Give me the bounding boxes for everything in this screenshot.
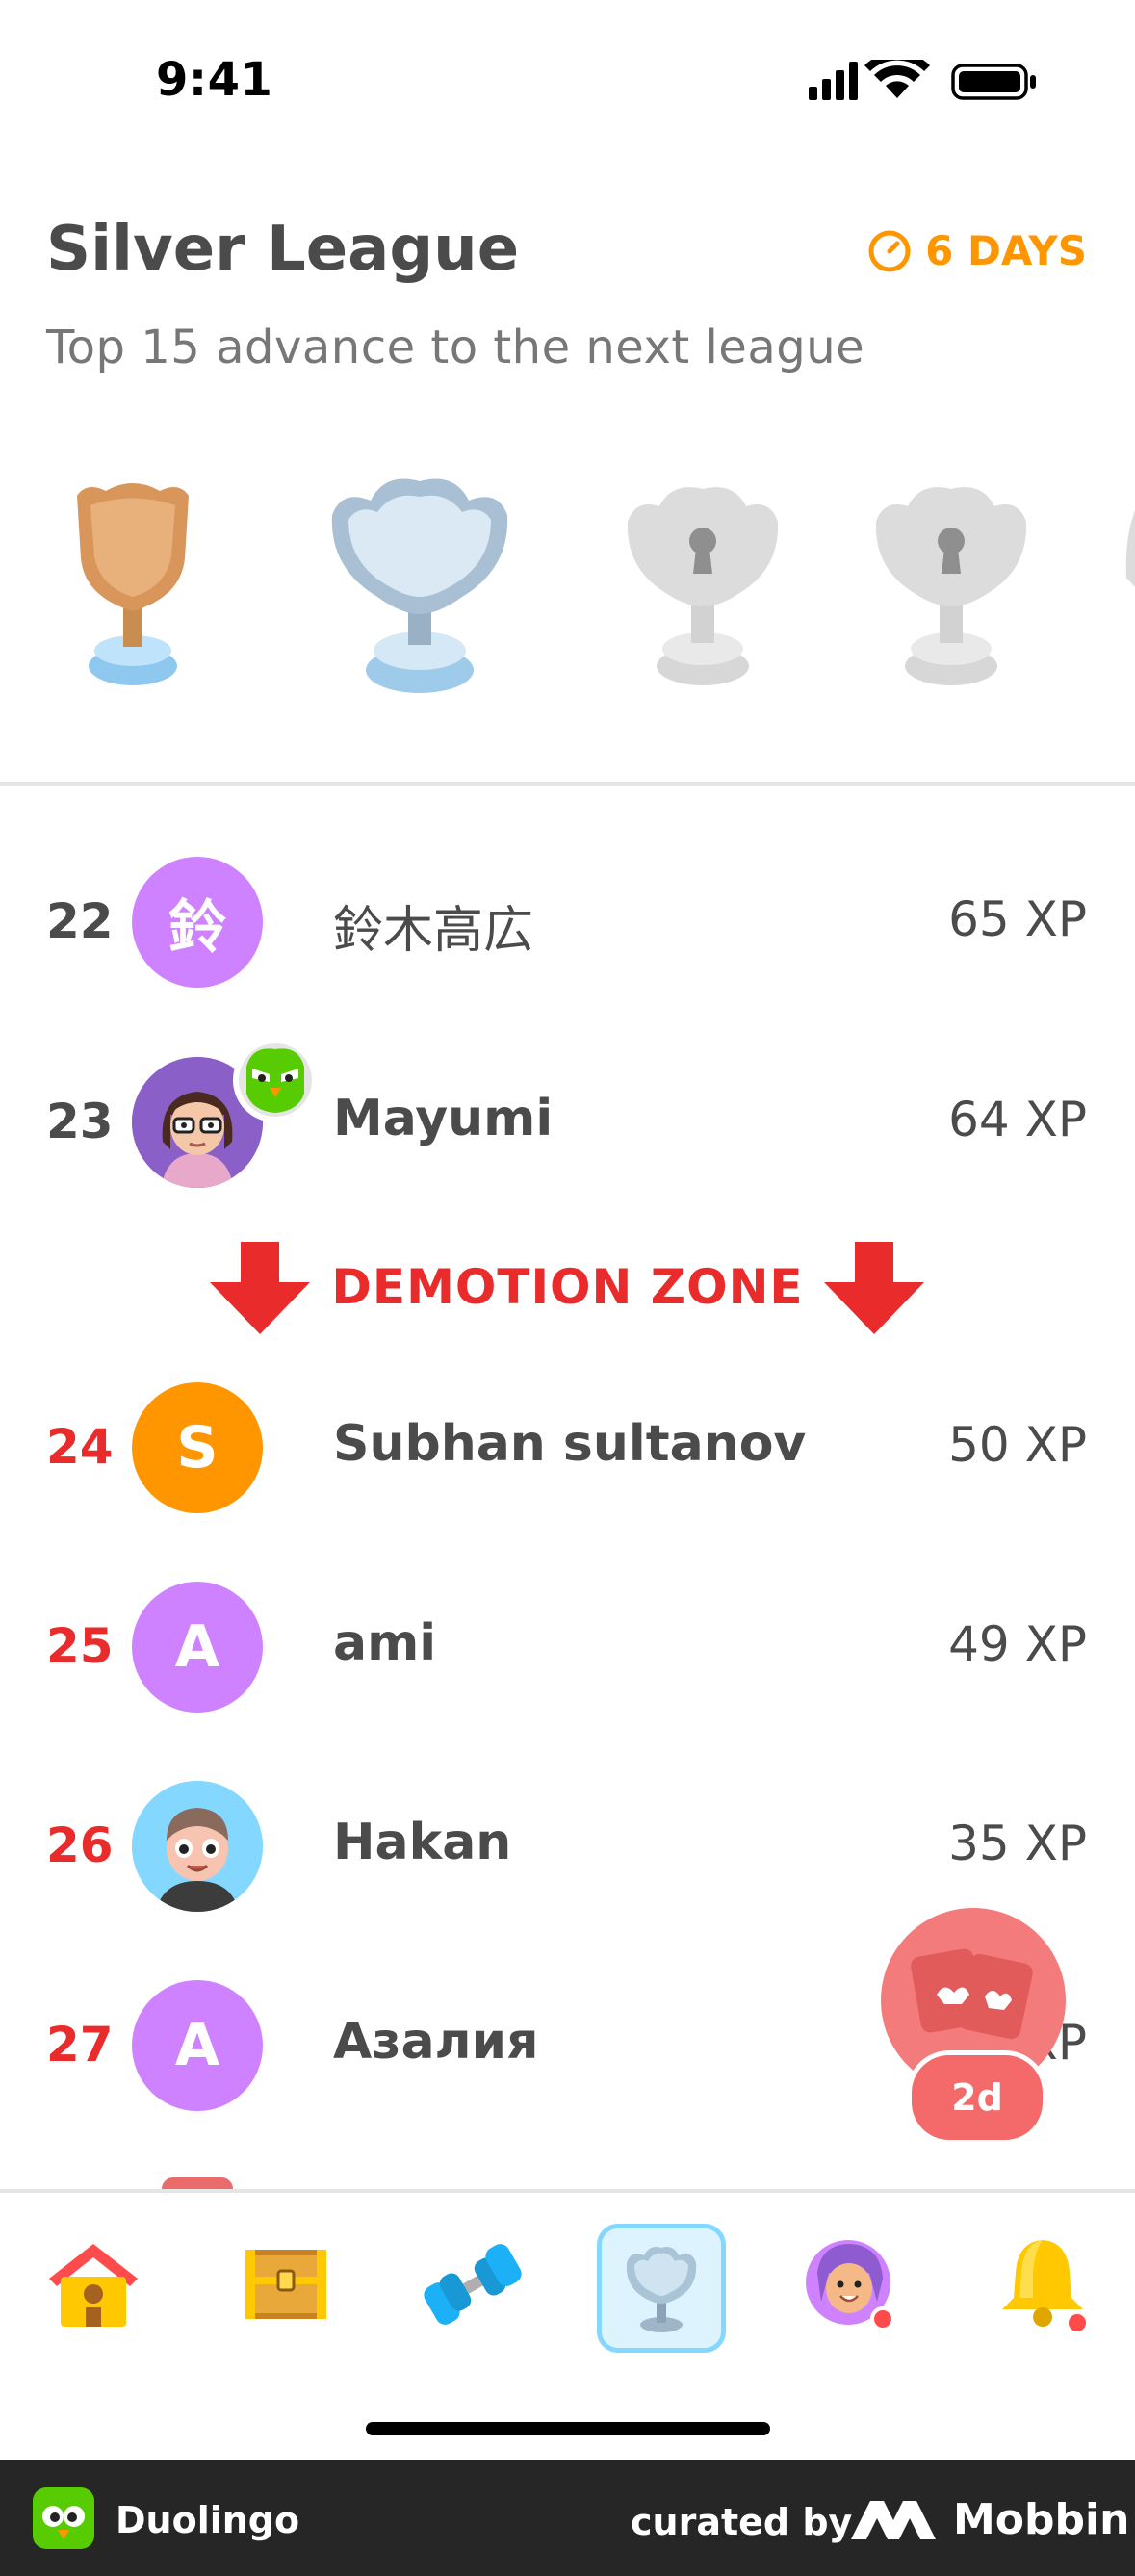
avatar-letter: S xyxy=(176,1414,219,1481)
user-name: 鈴木高広 xyxy=(333,902,534,960)
user-name: Hakan xyxy=(333,1814,512,1871)
divider xyxy=(0,782,1135,786)
footer-curated-label: curated by xyxy=(631,2501,853,2543)
avatar-letter: 鈴 xyxy=(168,893,226,962)
nav-practice[interactable] xyxy=(420,2231,526,2337)
nav-home[interactable] xyxy=(40,2231,146,2337)
timer-label: 6 DAYS xyxy=(925,227,1087,274)
avatar-letter: A xyxy=(174,1613,220,1681)
bronze-trophy-icon xyxy=(77,483,189,685)
avatar[interactable]: S xyxy=(132,1382,263,1513)
league-subtitle: Top 15 advance to the next league xyxy=(46,321,865,374)
bell-icon xyxy=(1002,2240,1090,2334)
bottom-nav xyxy=(0,2193,1135,2385)
user-xp: 65 XP xyxy=(948,891,1087,947)
rank-number: 24 xyxy=(46,1419,114,1475)
user-name: Азалия xyxy=(333,2013,539,2071)
locked-trophy-icon xyxy=(1125,510,1135,587)
silver-trophy-icon xyxy=(331,478,508,693)
rank-number: 22 xyxy=(46,893,114,949)
status-icons xyxy=(809,60,1036,100)
avatar[interactable]: A xyxy=(132,1980,263,2111)
battery-icon xyxy=(951,64,1036,100)
league-timer: 6 DAYS xyxy=(867,227,1087,274)
league-title: Silver League xyxy=(46,214,520,285)
rank-number: 26 xyxy=(46,1817,114,1873)
avatar-letter: A xyxy=(174,2012,220,2079)
locked-trophy-icon xyxy=(627,487,779,685)
home-icon xyxy=(49,2244,138,2327)
wifi-icon xyxy=(864,60,930,98)
rank-number: 23 xyxy=(46,1094,114,1149)
arrow-down-icon xyxy=(824,1242,924,1334)
trophy-icon xyxy=(626,2247,697,2332)
demotion-zone-separator: DEMOTION ZONE xyxy=(0,1242,1135,1338)
leaderboard-row[interactable]: 23 Mayumi 64 XP xyxy=(0,1036,1135,1209)
user-xp: 35 XP xyxy=(948,1816,1087,1871)
nav-notifications[interactable] xyxy=(990,2231,1096,2337)
footer-app-name: Duolingo xyxy=(116,2499,300,2541)
timer-icon xyxy=(868,230,911,271)
duo-owl-badge-icon xyxy=(233,1038,318,1122)
footer-bar: Duolingo curated by Mobbin xyxy=(0,2460,1135,2576)
mobbin-logo-icon xyxy=(851,2501,936,2539)
nav-leagues[interactable] xyxy=(597,2224,726,2353)
quest-timer-badge: 2d xyxy=(907,2050,1047,2145)
profile-icon xyxy=(806,2240,895,2331)
footer-brand: Mobbin xyxy=(953,2495,1130,2544)
signal-icon xyxy=(809,62,858,100)
home-indicator xyxy=(366,2422,770,2435)
user-name: Mayumi xyxy=(333,1090,554,1147)
leaderboard-row[interactable]: 25 A ami 49 XP xyxy=(0,1560,1135,1734)
leaderboard-row[interactable]: 24 S Subhan sultanov 50 XP xyxy=(0,1361,1135,1534)
rank-number: 27 xyxy=(46,2017,114,2073)
dumbbell-icon xyxy=(424,2244,522,2325)
leaderboard-row[interactable]: 22 鈴 鈴木高広 65 XP xyxy=(0,836,1135,1009)
league-trophies xyxy=(77,478,1135,693)
duolingo-logo-icon xyxy=(33,2487,94,2549)
user-xp: 50 XP xyxy=(948,1417,1087,1473)
user-xp: 64 XP xyxy=(948,1092,1087,1147)
rank-number: 25 xyxy=(46,1618,114,1674)
nav-chest[interactable] xyxy=(233,2231,339,2337)
user-xp: 49 XP xyxy=(948,1616,1087,1672)
user-name: ami xyxy=(333,1614,437,1672)
leaderboard-row[interactable]: 26 Hakan 35 XP xyxy=(0,1760,1135,1933)
user-avatar-icon xyxy=(132,1781,263,1912)
avatar[interactable] xyxy=(132,1781,263,1912)
user-name: Subhan sultanov xyxy=(333,1415,807,1473)
demotion-zone-label: DEMOTION ZONE xyxy=(331,1259,804,1315)
avatar xyxy=(162,2177,233,2189)
nav-profile[interactable] xyxy=(797,2231,903,2337)
avatar[interactable]: A xyxy=(132,1582,263,1713)
treasure-chest-icon xyxy=(245,2250,326,2319)
status-time: 9:41 xyxy=(156,53,273,107)
avatar[interactable]: 鈴 xyxy=(132,857,263,988)
locked-trophy-icon xyxy=(875,487,1027,685)
